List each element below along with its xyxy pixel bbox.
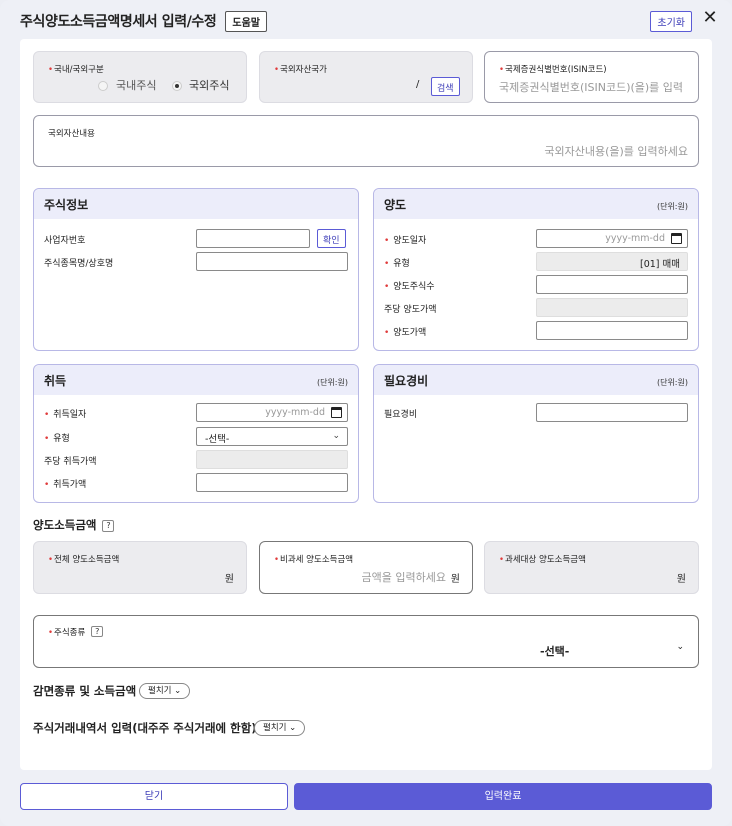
acquisition-amount-input[interactable] bbox=[196, 473, 348, 492]
total-income-box: •전체 양도소득금액 원 bbox=[33, 541, 247, 594]
stock-type-help-icon[interactable]: ? bbox=[91, 626, 104, 637]
income-help-icon[interactable]: ? bbox=[102, 520, 115, 532]
isin-placeholder: 국제증권식별번호(ISIN코드)(을)를 입력 bbox=[499, 81, 684, 94]
transfer-title: 양도 bbox=[384, 198, 407, 212]
business-no-label: 사업자번호 bbox=[44, 236, 86, 246]
taxable-income-label: •과세대상 양도소득금액 bbox=[499, 555, 586, 565]
total-income-unit: 원 bbox=[224, 574, 234, 585]
country-search-button[interactable]: 검색 bbox=[431, 77, 460, 96]
acquisition-type-label: • 유형 bbox=[44, 434, 70, 444]
expenses-section: 필요경비 (단위:원) 필요경비 bbox=[373, 364, 699, 503]
stock-name-input[interactable] bbox=[196, 252, 348, 271]
asset-desc-label: 국외자산내용 bbox=[48, 129, 95, 139]
per-share-acquisition-label: 주당 취득가액 bbox=[44, 457, 97, 467]
chevron-down-icon: ⌄ bbox=[676, 642, 684, 652]
close-button[interactable]: 닫기 bbox=[20, 783, 288, 810]
transfer-amount-label: • 양도가액 bbox=[384, 328, 427, 338]
isin-field[interactable]: •국제증권식별번호(ISIN코드) 국제증권식별번호(ISIN코드)(을)를 입… bbox=[484, 51, 699, 103]
form-panel: •국내/국외구분 국내주식 국외주식 •국외자산국가 / 검색 •국제증권식별번… bbox=[20, 39, 712, 770]
acquisition-title: 취득 bbox=[44, 374, 67, 388]
nontax-income-label: •비과세 양도소득금액 bbox=[274, 555, 354, 565]
per-share-transfer-label: 주당 양도가액 bbox=[384, 305, 437, 315]
domestic-foreign-box: •국내/국외구분 국내주식 국외주식 bbox=[33, 51, 247, 103]
transfer-type-label: • 유형 bbox=[384, 259, 410, 269]
transfer-type-value: [01] 매매 bbox=[639, 259, 680, 270]
dialog-title: 주식양도소득금액명세서 입력/수정 bbox=[20, 14, 217, 30]
asset-country-label: •국외자산국가 bbox=[274, 65, 327, 75]
nontax-income-unit: 원 bbox=[450, 574, 460, 585]
income-title: 양도소득금액? bbox=[33, 517, 115, 533]
business-no-confirm-button[interactable]: 확인 bbox=[317, 229, 346, 248]
help-button[interactable]: 도움말 bbox=[225, 10, 267, 32]
radio-domestic[interactable] bbox=[98, 81, 108, 91]
stock-info-title: 주식정보 bbox=[44, 198, 89, 212]
per-share-acquisition-field bbox=[196, 450, 348, 469]
expenses-input[interactable] bbox=[536, 403, 688, 422]
transfer-shares-input[interactable] bbox=[536, 275, 688, 294]
calendar-icon[interactable] bbox=[331, 407, 342, 418]
asset-desc-placeholder: 국외자산내용(을)를 입력하세요 bbox=[544, 145, 688, 158]
reduction-expand-button[interactable]: 펼치기 ⌄ bbox=[139, 683, 191, 699]
reset-button[interactable]: 초기화 bbox=[650, 11, 692, 32]
acquisition-type-value: -선택- bbox=[205, 434, 230, 445]
acquisition-unit: (단위:원) bbox=[316, 378, 348, 387]
trade-history-expand-button[interactable]: 펼치기 ⌄ bbox=[254, 720, 306, 736]
transfer-date-placeholder: yyyy-mm-dd bbox=[605, 233, 665, 244]
transfer-date-input[interactable]: yyyy-mm-dd bbox=[536, 229, 688, 248]
per-share-transfer-field bbox=[536, 298, 688, 317]
acquisition-date-input[interactable]: yyyy-mm-dd bbox=[196, 403, 348, 422]
stock-type-select[interactable]: •주식종류? -선택- ⌄ bbox=[33, 615, 699, 668]
dialog: 주식양도소득금액명세서 입력/수정 도움말 초기화 ✕ •국내/국외구분 국내주… bbox=[0, 0, 732, 826]
submit-button[interactable]: 입력완료 bbox=[294, 783, 712, 810]
stock-type-value: -선택- bbox=[540, 645, 570, 658]
nontax-income-placeholder: 금액을 입력하세요 bbox=[361, 571, 446, 584]
radio-foreign-label[interactable]: 국외주식 bbox=[189, 77, 229, 93]
dialog-header: 주식양도소득금액명세서 입력/수정 도움말 초기화 ✕ bbox=[20, 8, 718, 34]
transfer-unit: (단위:원) bbox=[656, 202, 688, 211]
business-no-input[interactable] bbox=[196, 229, 310, 248]
stock-info-header: 주식정보 bbox=[34, 189, 358, 219]
transfer-header: 양도 (단위:원) bbox=[374, 189, 698, 219]
reduction-title: 감면종류 및 소득금액 bbox=[33, 684, 137, 698]
domestic-foreign-label: •국내/국외구분 bbox=[48, 65, 104, 75]
close-icon[interactable]: ✕ bbox=[702, 9, 718, 27]
acquisition-amount-label: • 취득가액 bbox=[44, 480, 87, 490]
taxable-income-box: •과세대상 양도소득금액 원 bbox=[484, 541, 699, 594]
total-income-label: •전체 양도소득금액 bbox=[48, 555, 120, 565]
acquisition-header: 취득 (단위:원) bbox=[34, 365, 358, 395]
radio-domestic-label[interactable]: 국내주식 bbox=[116, 77, 156, 93]
expenses-label: 필요경비 bbox=[384, 410, 418, 420]
stock-type-label: •주식종류? bbox=[48, 626, 104, 638]
expenses-header: 필요경비 (단위:원) bbox=[374, 365, 698, 395]
taxable-income-unit: 원 bbox=[676, 574, 686, 585]
transfer-shares-label: • 양도주식수 bbox=[384, 282, 435, 292]
acquisition-type-select[interactable]: -선택- ⌄ bbox=[196, 427, 348, 446]
chevron-down-icon: ⌄ bbox=[332, 431, 340, 441]
transfer-date-label: • 양도일자 bbox=[384, 236, 427, 246]
acquisition-date-placeholder: yyyy-mm-dd bbox=[265, 407, 325, 418]
stock-info-section: 주식정보 사업자번호 확인 주식종목명/상호명 bbox=[33, 188, 359, 351]
stock-name-label: 주식종목명/상호명 bbox=[44, 259, 114, 269]
asset-country-value: / bbox=[416, 79, 420, 90]
asset-country-box: •국외자산국가 / 검색 bbox=[259, 51, 473, 103]
calendar-icon[interactable] bbox=[671, 233, 682, 244]
transfer-amount-input[interactable] bbox=[536, 321, 688, 340]
transfer-type-field: [01] 매매 bbox=[536, 252, 688, 271]
radio-foreign[interactable] bbox=[172, 81, 182, 91]
nontax-income-field[interactable]: •비과세 양도소득금액 금액을 입력하세요 원 bbox=[259, 541, 473, 594]
acquisition-date-label: • 취득일자 bbox=[44, 410, 87, 420]
expenses-title: 필요경비 bbox=[384, 374, 429, 388]
asset-desc-field[interactable]: 국외자산내용 국외자산내용(을)를 입력하세요 bbox=[33, 115, 699, 167]
transfer-section: 양도 (단위:원) • 양도일자 yyyy-mm-dd • 유형 [01] 매매… bbox=[373, 188, 699, 351]
trade-history-title: 주식거래내역서 입력(대주주 주식거래에 한함) bbox=[33, 721, 257, 735]
acquisition-section: 취득 (단위:원) • 취득일자 yyyy-mm-dd • 유형 -선택- ⌄ … bbox=[33, 364, 359, 503]
isin-label: •국제증권식별번호(ISIN코드) bbox=[499, 65, 607, 75]
expenses-unit: (단위:원) bbox=[656, 378, 688, 387]
